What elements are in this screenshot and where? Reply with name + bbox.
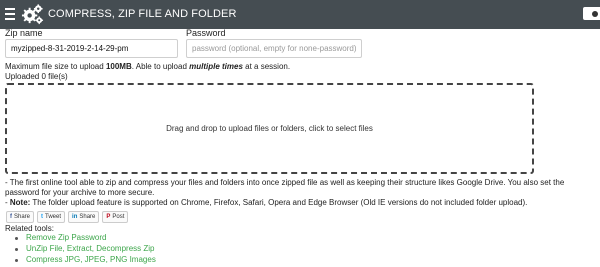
app-title: COMPRESS, ZIP FILE AND FOLDER: [48, 8, 237, 20]
dropzone-text: Drag and drop to upload files or folders…: [166, 124, 373, 133]
share-label: Tweet: [45, 214, 62, 220]
pinterest-share-button[interactable]: P Post: [102, 211, 129, 223]
top-bar: COMPRESS, ZIP FILE AND FOLDER Do: [0, 0, 600, 29]
zip-name-input[interactable]: [5, 39, 178, 58]
note-label: Note:: [9, 198, 31, 207]
facebook-share-button[interactable]: f Share: [6, 211, 35, 223]
related-link-compress-images[interactable]: Compress JPG, JPEG, PNG Images: [26, 255, 156, 264]
password-label: Password: [186, 28, 226, 38]
related-link-remove-zip-password[interactable]: Remove Zip Password: [26, 233, 106, 242]
hamburger-icon[interactable]: [5, 8, 15, 20]
description-line-2: password for your archive to more secure…: [5, 188, 155, 197]
related-tools-heading: Related tools:: [5, 224, 54, 233]
limit-middle: . Able to upload: [131, 62, 190, 71]
facebook-icon: f: [10, 214, 12, 220]
password-input[interactable]: [186, 39, 362, 58]
limit-emphasis: multiple times: [189, 62, 243, 71]
bullet-icon: [15, 237, 18, 240]
gears-icon: [21, 4, 44, 25]
upload-dropzone[interactable]: Drag and drop to upload files or folders…: [5, 83, 534, 174]
share-label: Share: [14, 214, 31, 220]
related-link-unzip-file[interactable]: UnZip File, Extract, Decompress Zip: [26, 244, 154, 253]
share-label: Post: [112, 214, 125, 220]
share-buttons: f Share t Tweet in Share P Post: [6, 211, 129, 223]
note-body: The folder upload feature is supported o…: [30, 198, 528, 207]
bullet-icon: [15, 248, 18, 251]
note-text: - Note: The folder upload feature is sup…: [5, 198, 527, 207]
linkedin-icon: in: [72, 214, 78, 220]
twitter-share-button[interactable]: t Tweet: [37, 211, 66, 223]
corner-button[interactable]: Do: [583, 7, 600, 20]
twitter-icon: t: [41, 214, 44, 220]
limit-prefix: Maximum file size to upload: [5, 62, 106, 71]
upload-limit-text: Maximum file size to upload 100MB. Able …: [5, 62, 290, 71]
zip-name-label: Zip name: [5, 28, 43, 38]
limit-size: 100MB: [105, 62, 132, 71]
description-line-1: - The first online tool able to zip and …: [5, 178, 565, 187]
bullet-icon: [15, 259, 18, 262]
linkedin-share-button[interactable]: in Share: [68, 211, 100, 223]
pinterest-icon: [592, 11, 598, 17]
limit-suffix: at a session.: [242, 62, 291, 71]
uploaded-count: Uploaded 0 file(s): [5, 72, 68, 81]
share-label: Share: [79, 214, 96, 220]
pinterest-icon: P: [106, 214, 111, 220]
